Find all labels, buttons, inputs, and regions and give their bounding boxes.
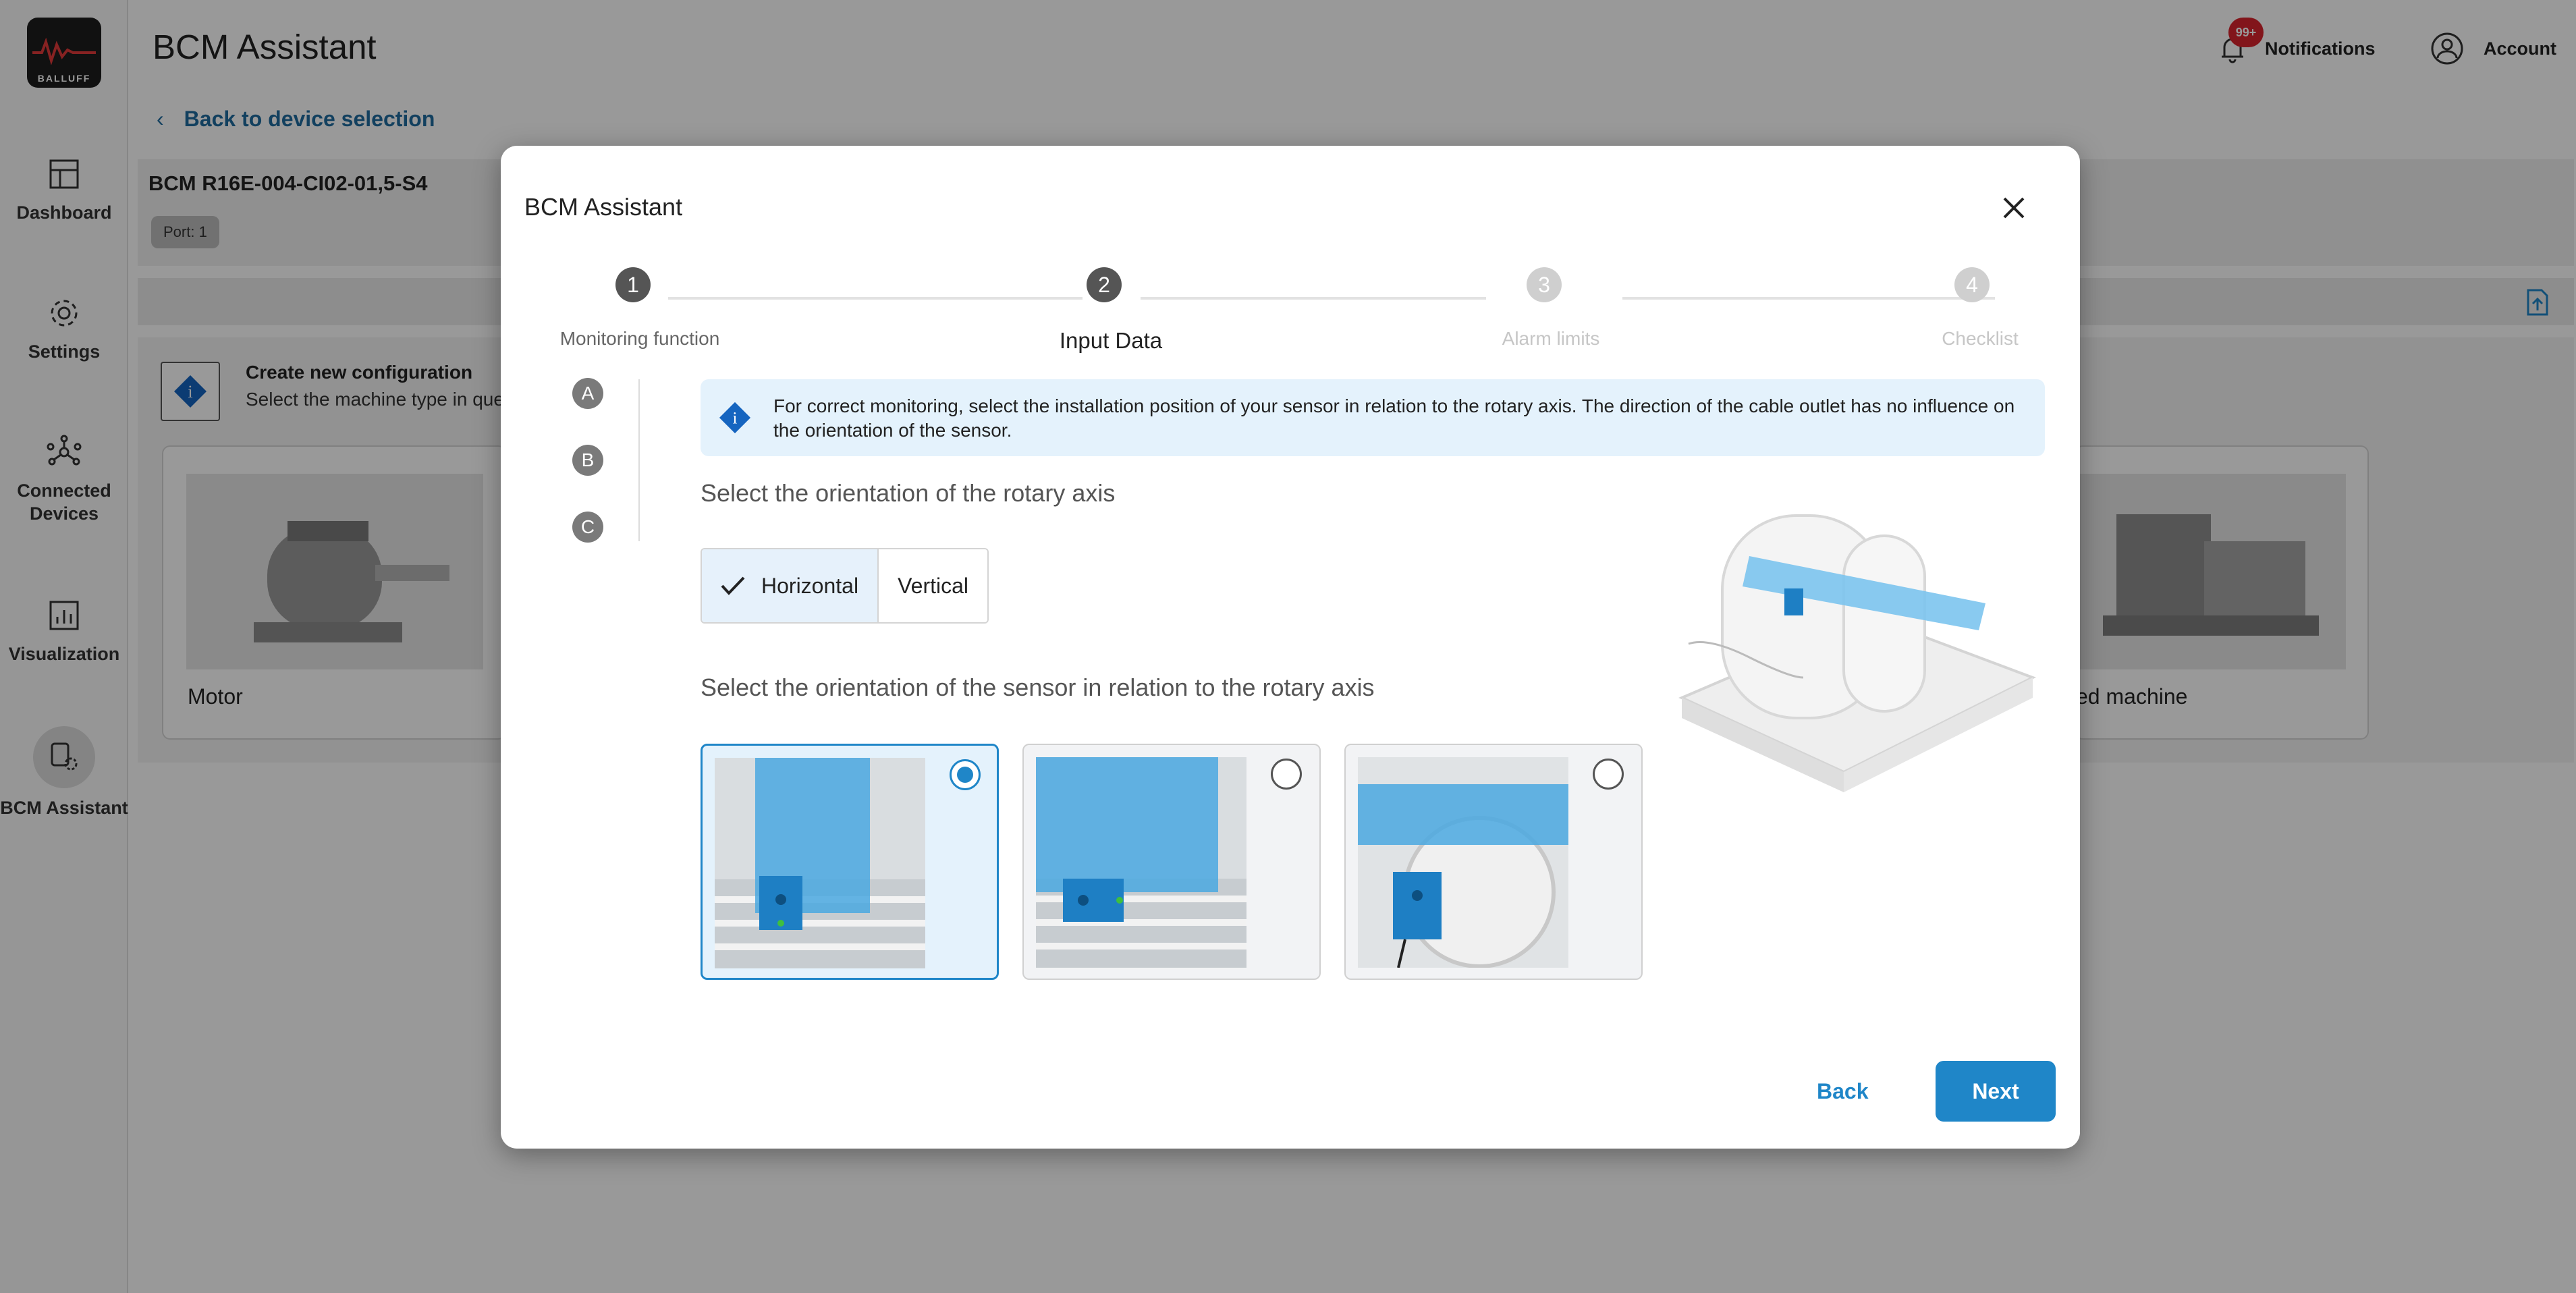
sub-step-c[interactable]: C: [572, 512, 603, 543]
sensor-option-radio[interactable]: [950, 759, 981, 790]
sensor-option-image: [1358, 757, 1568, 968]
step-3-indicator: 3: [1527, 267, 1562, 302]
dialog-title: BCM Assistant: [524, 193, 683, 221]
sensor-option-image: [715, 758, 925, 968]
axis-option-label: Horizontal: [761, 573, 859, 598]
sensor-option-1[interactable]: [701, 744, 999, 980]
stepper-line: [1141, 297, 1486, 300]
next-button[interactable]: Next: [1936, 1061, 2056, 1122]
sub-step-divider: [638, 379, 640, 541]
sensor-option-image: [1036, 757, 1246, 968]
rotary-axis-title: Select the orientation of the rotary axi…: [701, 479, 1116, 507]
step-1-indicator[interactable]: 1: [615, 267, 651, 302]
axis-option-vertical[interactable]: Vertical: [879, 549, 987, 622]
sub-step-a[interactable]: A: [572, 378, 603, 409]
step-3-label: Alarm limits: [1502, 328, 1600, 349]
axis-option-label: Vertical: [898, 573, 968, 598]
bcm-assistant-dialog: BCM Assistant 1 2 3 4 Monitoring functio…: [501, 146, 2080, 1149]
step-4-indicator: 4: [1954, 267, 1990, 302]
sensor-orientation-illustration: [1358, 757, 1568, 968]
close-icon[interactable]: [1996, 190, 2031, 225]
step-2-indicator[interactable]: 2: [1087, 267, 1122, 302]
motor-orientation-preview: [1668, 475, 2046, 826]
step-2-label: Input Data: [1059, 328, 1163, 353]
sensor-option-radio[interactable]: [1593, 759, 1624, 790]
info-box: i For correct monitoring, select the ins…: [701, 379, 2045, 456]
rotary-axis-toggle: Horizontal Vertical: [701, 548, 989, 624]
sensor-orientation-title: Select the orientation of the sensor in …: [701, 673, 1375, 701]
info-icon: i: [719, 402, 751, 434]
sub-step-b[interactable]: B: [572, 445, 603, 476]
motor-preview-illustration: [1678, 514, 2036, 792]
sensor-orientation-illustration: [715, 758, 925, 968]
sensor-option-2[interactable]: [1022, 744, 1321, 980]
step-4-label: Checklist: [1942, 328, 2019, 349]
check-icon: [721, 576, 745, 595]
back-button[interactable]: Back: [1817, 1061, 1869, 1122]
step-1-label: Monitoring function: [559, 328, 720, 349]
info-text: For correct monitoring, select the insta…: [773, 395, 2015, 441]
sensor-orientation-illustration: [1036, 757, 1246, 968]
svg-text:i: i: [733, 410, 738, 428]
stepper-line: [668, 297, 1083, 300]
sensor-option-radio[interactable]: [1271, 759, 1302, 790]
stepper-line: [1622, 297, 1995, 300]
sensor-option-3[interactable]: [1344, 744, 1643, 980]
axis-option-horizontal[interactable]: Horizontal: [702, 549, 879, 622]
